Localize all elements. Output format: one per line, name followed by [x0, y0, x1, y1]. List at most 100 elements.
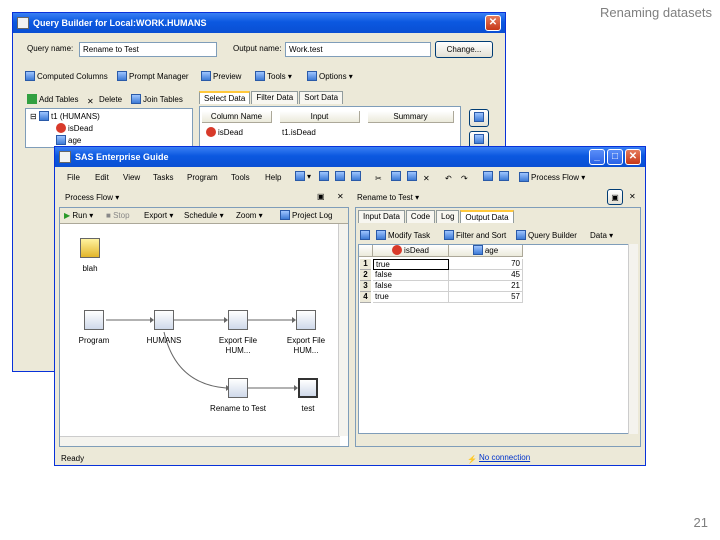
- layout-icon: [483, 171, 493, 181]
- menu-program[interactable]: Program: [187, 172, 218, 184]
- delete-icon: ✕: [423, 174, 430, 183]
- tab-input-data[interactable]: Input Data: [358, 210, 405, 223]
- print-button[interactable]: [351, 171, 363, 183]
- preview-label: Preview: [213, 72, 242, 81]
- prompt-manager-button[interactable]: Prompt Manager: [117, 71, 189, 83]
- flow-scrollbar-horizontal[interactable]: [60, 436, 340, 446]
- split-button[interactable]: [499, 171, 511, 183]
- column-icon: [56, 135, 66, 145]
- grid-row-name[interactable]: isDead: [206, 127, 243, 139]
- maximize-icon[interactable]: □: [607, 149, 623, 165]
- flow-scrollbar-vertical[interactable]: [338, 224, 348, 436]
- left-close-icon[interactable]: ✕: [337, 191, 344, 203]
- eg-titlebar[interactable]: SAS Enterprise Guide _ □ ✕: [55, 147, 645, 167]
- layout-button[interactable]: [483, 171, 495, 183]
- connection-icon: ⚡: [467, 455, 477, 464]
- right-panel-icon[interactable]: ▣: [607, 189, 623, 205]
- export1-node-icon[interactable]: [228, 310, 248, 330]
- program-node-icon[interactable]: [84, 310, 104, 330]
- join-tables-button[interactable]: Join Tables: [131, 94, 183, 106]
- preview-button[interactable]: Preview: [201, 71, 241, 83]
- redo-button[interactable]: ↷: [461, 171, 473, 183]
- data-scrollbar-vertical[interactable]: [628, 244, 638, 434]
- computed-columns-button[interactable]: Computed Columns: [25, 71, 108, 83]
- properties-button[interactable]: [469, 109, 489, 127]
- menu-edit[interactable]: Edit: [95, 172, 109, 184]
- left-workspace-dropdown[interactable]: Process Flow ▾: [65, 192, 119, 204]
- modify-task-label: Modify Task: [388, 231, 431, 240]
- table-cell[interactable]: 21: [449, 281, 523, 292]
- query-builder-icon: [516, 230, 526, 240]
- delete-button[interactable]: ✕: [423, 171, 435, 183]
- table-cell[interactable]: 57: [449, 292, 523, 303]
- menu-view[interactable]: View: [123, 172, 140, 184]
- menu-tools[interactable]: Tools: [231, 172, 250, 184]
- add-tables-icon: [27, 94, 37, 104]
- paste-icon: [407, 171, 417, 181]
- table-cell[interactable]: false: [373, 281, 449, 292]
- tree-item-isdead[interactable]: isDead: [56, 123, 93, 135]
- col-header-isdead[interactable]: isDead: [373, 245, 449, 257]
- menu-tasks[interactable]: Tasks: [153, 172, 173, 184]
- table-cell[interactable]: false: [373, 270, 449, 281]
- left-panel-icon[interactable]: ▣: [317, 191, 325, 203]
- table-tree[interactable]: ⊟ t1 (HUMANS) isDead age: [25, 108, 193, 148]
- tab-log[interactable]: Log: [436, 210, 460, 223]
- data-menu-label: Data: [590, 231, 607, 240]
- blah-node-icon[interactable]: [80, 238, 100, 258]
- tools-menu[interactable]: Tools ▾: [255, 71, 292, 83]
- options-label: Options: [319, 72, 347, 81]
- cut-button[interactable]: ✂: [375, 171, 387, 183]
- tab-filter-data[interactable]: Filter Data: [251, 91, 299, 104]
- modify-task-button[interactable]: Modify Task: [376, 230, 430, 242]
- computed-columns-icon: [25, 71, 35, 81]
- tab-code[interactable]: Code: [405, 210, 436, 223]
- minimize-icon[interactable]: _: [589, 149, 605, 165]
- right-close-icon[interactable]: ✕: [629, 191, 636, 203]
- query-builder-button[interactable]: Query Builder: [516, 230, 577, 242]
- paste-button[interactable]: [407, 171, 419, 183]
- query-name-input[interactable]: Rename to Test: [79, 42, 217, 57]
- menu-help[interactable]: Help: [265, 172, 281, 184]
- refresh-button[interactable]: [360, 230, 372, 242]
- new-menu[interactable]: ▾: [295, 171, 311, 183]
- connection-status[interactable]: ⚡ No connection: [467, 452, 530, 464]
- menu-file[interactable]: File: [67, 172, 80, 184]
- add-tables-button[interactable]: Add Tables: [27, 94, 78, 106]
- right-workspace-dropdown[interactable]: Rename to Test ▾: [357, 192, 419, 204]
- change-button[interactable]: Change...: [435, 41, 493, 58]
- filter-and-sort-icon: [444, 230, 454, 240]
- open-button[interactable]: [319, 171, 331, 183]
- process-flow-menu[interactable]: Process Flow ▾: [519, 172, 585, 184]
- slide-title: Renaming datasets: [599, 5, 712, 20]
- test-node-icon[interactable]: [298, 378, 318, 398]
- col-header-age[interactable]: age: [449, 245, 523, 257]
- tools-label: Tools: [267, 72, 286, 81]
- tree-root[interactable]: ⊟ t1 (HUMANS): [30, 111, 100, 123]
- export2-node-icon[interactable]: [296, 310, 316, 330]
- delete-button[interactable]: ✕ Delete: [87, 94, 122, 106]
- close-icon[interactable]: ✕: [625, 149, 641, 165]
- table-cell[interactable]: 70: [449, 259, 523, 270]
- tab-select-data[interactable]: Select Data: [199, 91, 251, 104]
- undo-button[interactable]: ↶: [445, 171, 457, 183]
- table-cell[interactable]: 45: [449, 270, 523, 281]
- table-cell[interactable]: true: [373, 259, 449, 270]
- row-number: 3: [360, 281, 371, 292]
- data-menu[interactable]: Data ▾: [590, 230, 613, 242]
- filter-and-sort-button[interactable]: Filter and Sort: [444, 230, 506, 242]
- process-flow-label: Process Flow: [531, 173, 580, 182]
- rename-node-label: Rename to Test: [210, 404, 266, 413]
- right-tabs: Input Data Code Log Output Data: [358, 210, 515, 223]
- qb-titlebar[interactable]: Query Builder for Local:WORK.HUMANS ✕: [13, 13, 505, 33]
- copy-button[interactable]: [391, 171, 403, 183]
- tab-sort-data[interactable]: Sort Data: [299, 91, 344, 104]
- output-name-input[interactable]: Work.test: [285, 42, 431, 57]
- tab-output-data[interactable]: Output Data: [460, 210, 514, 223]
- humans-node-icon[interactable]: [154, 310, 174, 330]
- options-menu[interactable]: Options ▾: [307, 71, 353, 83]
- close-icon[interactable]: ✕: [485, 15, 501, 31]
- rename-node-icon[interactable]: [228, 378, 248, 398]
- table-cell[interactable]: true: [373, 292, 449, 303]
- save-button[interactable]: [335, 171, 347, 183]
